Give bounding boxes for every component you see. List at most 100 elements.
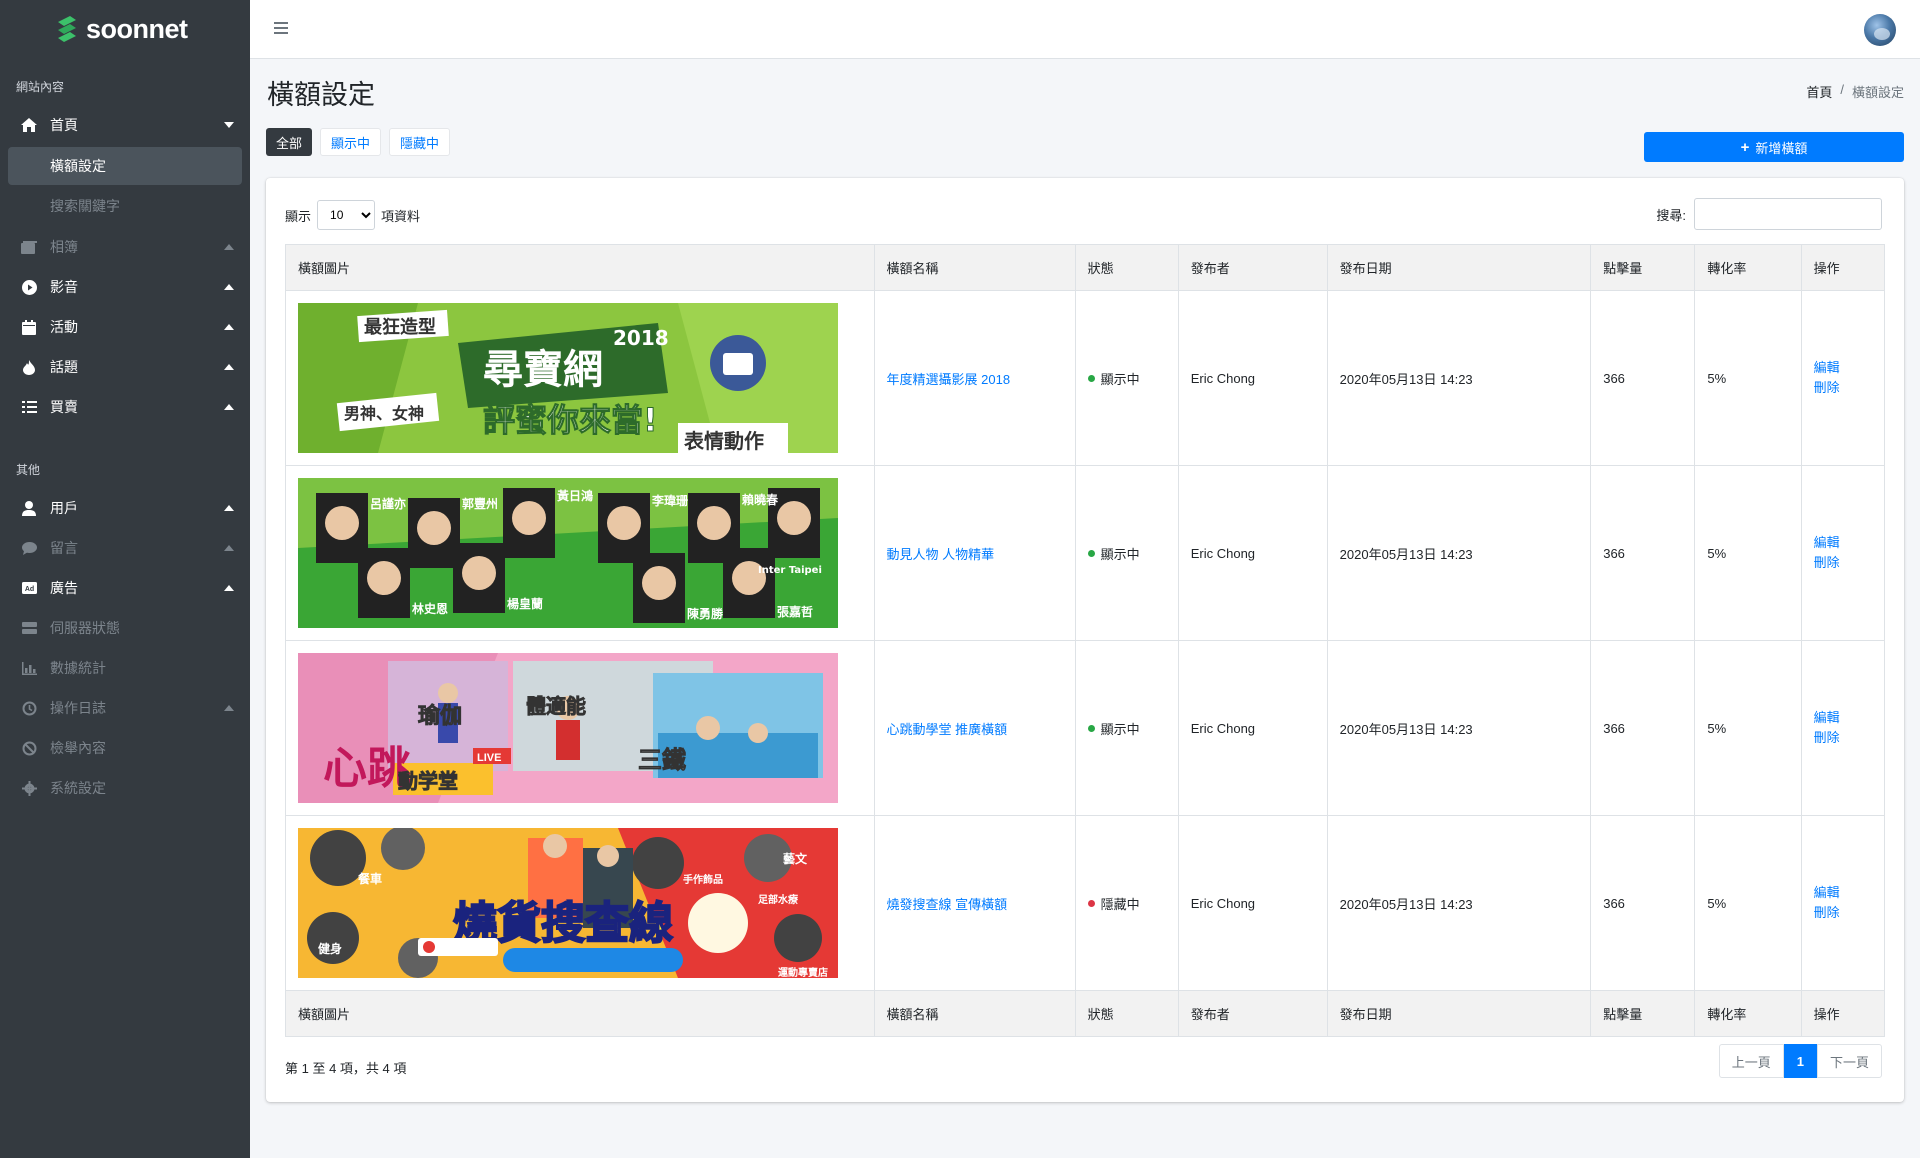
- calendar-icon: [20, 318, 38, 336]
- banner-name-cell: 心跳動學堂 推廣橫額: [873, 640, 1076, 816]
- col-header-name[interactable]: 橫額名稱: [873, 244, 1076, 291]
- sidebar-item-home[interactable]: 首頁: [0, 105, 250, 145]
- status-cell: 隱藏中: [1074, 815, 1179, 991]
- next-page-button[interactable]: 下一頁: [1816, 1044, 1882, 1078]
- sidebar-item-events[interactable]: 活動: [0, 307, 250, 347]
- status-text: 隱藏中: [1100, 896, 1140, 912]
- sidebar-item-trade[interactable]: 買賣: [0, 387, 250, 427]
- table-row: 最狂造型 尋寶網 2018 評蜜你來當! 男神、女神 表情動作 年度精選攝影展 …: [285, 290, 1886, 466]
- banner-name-link[interactable]: 心跳動學堂 推廣橫額: [887, 722, 1008, 737]
- sidebar-item-label: 影音: [50, 279, 78, 295]
- sidebar-item-label: 檢舉內容: [50, 740, 106, 756]
- page-size-control: 顯示 10 項資料: [285, 200, 420, 230]
- banner-image-cell: 燒貨搜查線 餐車 藝文 手作飾品 足部水療 健身 運動專賣店: [285, 815, 875, 991]
- sidebar-item-video[interactable]: 影音: [0, 267, 250, 307]
- banner-text: 林史恩: [412, 601, 448, 616]
- banner-text: 健身: [318, 941, 342, 956]
- delete-link[interactable]: 刪除: [1814, 728, 1872, 748]
- col-header-image[interactable]: 橫額圖片: [285, 244, 875, 291]
- search-input[interactable]: [1694, 198, 1882, 230]
- filter-hidden-button[interactable]: 隱藏中: [389, 128, 451, 156]
- delete-link[interactable]: 刪除: [1814, 378, 1872, 398]
- page-size-select[interactable]: 10: [317, 200, 376, 230]
- delete-link[interactable]: 刪除: [1814, 903, 1872, 923]
- server-icon: [20, 619, 38, 637]
- hamburger-menu-icon[interactable]: [274, 22, 288, 34]
- filter-all-button[interactable]: 全部: [266, 128, 313, 156]
- col-header-rate[interactable]: 轉化率: [1694, 244, 1802, 291]
- home-icon: [20, 116, 38, 134]
- fire-icon: [20, 358, 38, 376]
- sidebar-item-topics[interactable]: 話題: [0, 347, 250, 387]
- chevron-up-icon: [224, 242, 234, 252]
- banner-image-people[interactable]: 呂謹亦 郭豐州 黃日鴻 李瑋珊 賴曉春 林史恩 楊皇蘭 陳勇勝 張嘉哲 Inte…: [298, 478, 838, 628]
- chart-icon: [20, 659, 38, 677]
- sidebar-item-users[interactable]: 用戶: [0, 488, 250, 528]
- sidebar-item-ads[interactable]: Ad 廣告: [0, 568, 250, 608]
- sidebar-item-comments[interactable]: 留言: [0, 528, 250, 568]
- avatar[interactable]: [1864, 14, 1896, 46]
- page-1-button[interactable]: 1: [1783, 1044, 1817, 1078]
- banner-name-cell: 年度精選攝影展 2018: [873, 290, 1076, 466]
- status-text: 顯示中: [1100, 546, 1140, 562]
- sidebar: soonnet 網站內容 首頁 橫額設定 搜索關鍵字 相簿 影音 活動 話題 買…: [0, 0, 250, 1158]
- sidebar-subitem-banner-settings[interactable]: 橫額設定: [8, 147, 242, 185]
- banner-name-cell: 動見人物 人物精華: [873, 465, 1076, 641]
- banner-table: 橫額圖片 橫額名稱 狀態 發布者 發布日期 點擊量 轉化率 操作 最狂造型 尋寶…: [285, 244, 1886, 1037]
- banner-text: 瑜伽: [418, 703, 462, 729]
- sidebar-item-operation-log[interactable]: 操作日誌: [0, 688, 250, 728]
- col-header-publisher[interactable]: 發布者: [1177, 244, 1328, 291]
- breadcrumb-home[interactable]: 首頁: [1806, 82, 1832, 101]
- add-banner-button[interactable]: + 新增橫額: [1644, 132, 1904, 162]
- sidebar-item-album[interactable]: 相簿: [0, 227, 250, 267]
- banner-image-cell: 呂謹亦 郭豐州 黃日鴻 李瑋珊 賴曉春 林史恩 楊皇蘭 陳勇勝 張嘉哲 Inte…: [285, 465, 875, 641]
- soonnet-logo-icon: [58, 16, 76, 42]
- banner-name-cell: 燒發搜查線 宣傳橫額: [873, 815, 1076, 991]
- banner-image-photography[interactable]: 最狂造型 尋寶網 2018 評蜜你來當! 男神、女神 表情動作: [298, 303, 838, 453]
- breadcrumb: 首頁 / 橫額設定: [1806, 82, 1904, 101]
- banner-text: 2018: [613, 326, 669, 350]
- banner-name-link[interactable]: 動見人物 人物精華: [887, 547, 995, 562]
- banner-text: 張嘉哲: [777, 604, 813, 619]
- edit-link[interactable]: 編輯: [1814, 358, 1872, 378]
- edit-link[interactable]: 編輯: [1814, 533, 1872, 553]
- edit-link[interactable]: 編輯: [1814, 883, 1872, 903]
- col-footer-name: 橫額名稱: [873, 990, 1076, 1037]
- col-header-clicks[interactable]: 點擊量: [1590, 244, 1696, 291]
- plus-icon: +: [1740, 138, 1750, 156]
- chevron-up-icon: [224, 362, 234, 372]
- nav-section-content: 網站內容: [16, 80, 65, 94]
- table-row: 心跳 動学堂 LIVE 瑜伽 體適能 三鐵 心跳動學堂 推廣橫額 顯示中 Eri…: [285, 640, 1886, 816]
- sidebar-item-label: 伺服器狀態: [50, 620, 120, 636]
- sidebar-item-reports[interactable]: 檢舉內容: [0, 728, 250, 768]
- col-header-date[interactable]: 發布日期: [1326, 244, 1592, 291]
- filter-visible-button[interactable]: 顯示中: [320, 128, 382, 156]
- col-header-status[interactable]: 狀態: [1074, 244, 1179, 291]
- status-filter-group: 全部 顯示中 隱藏中: [266, 128, 451, 156]
- banner-image-shopping[interactable]: 燒貨搜查線 餐車 藝文 手作飾品 足部水療 健身 運動專賣店: [298, 828, 838, 978]
- sidebar-subitem-search-keywords[interactable]: 搜索關鍵字: [8, 187, 242, 225]
- svg-text:Ad: Ad: [24, 586, 33, 593]
- publisher-cell: Eric Chong: [1177, 815, 1328, 991]
- date-cell: 2020年05月13日 14:23: [1326, 815, 1592, 991]
- prev-page-button[interactable]: 上一頁: [1718, 1044, 1784, 1078]
- brand-name: soonnet: [86, 13, 188, 44]
- edit-link[interactable]: 編輯: [1814, 708, 1872, 728]
- banner-text: 表情動作: [684, 429, 764, 453]
- col-footer-publisher: 發布者: [1177, 990, 1328, 1037]
- sidebar-item-label: 話題: [50, 359, 78, 375]
- sidebar-item-label: 系統設定: [50, 780, 106, 796]
- banner-image-cell: 心跳 動学堂 LIVE 瑜伽 體適能 三鐵: [285, 640, 875, 816]
- col-footer-clicks: 點擊量: [1590, 990, 1696, 1037]
- banner-text: 藝文: [783, 851, 808, 866]
- banner-image-fitness[interactable]: 心跳 動学堂 LIVE 瑜伽 體適能 三鐵: [298, 653, 838, 803]
- banner-name-link[interactable]: 年度精選攝影展 2018: [887, 372, 1011, 387]
- banner-name-link[interactable]: 燒發搜查線 宣傳橫額: [887, 897, 1008, 912]
- delete-link[interactable]: 刪除: [1814, 553, 1872, 573]
- chevron-up-icon: [224, 583, 234, 593]
- brand[interactable]: soonnet: [0, 0, 250, 58]
- sidebar-item-statistics[interactable]: 數據統計: [0, 648, 250, 688]
- history-icon: [20, 699, 38, 717]
- sidebar-item-system-settings[interactable]: 系統設定: [0, 768, 250, 808]
- sidebar-item-server-status[interactable]: 伺服器狀態: [0, 608, 250, 648]
